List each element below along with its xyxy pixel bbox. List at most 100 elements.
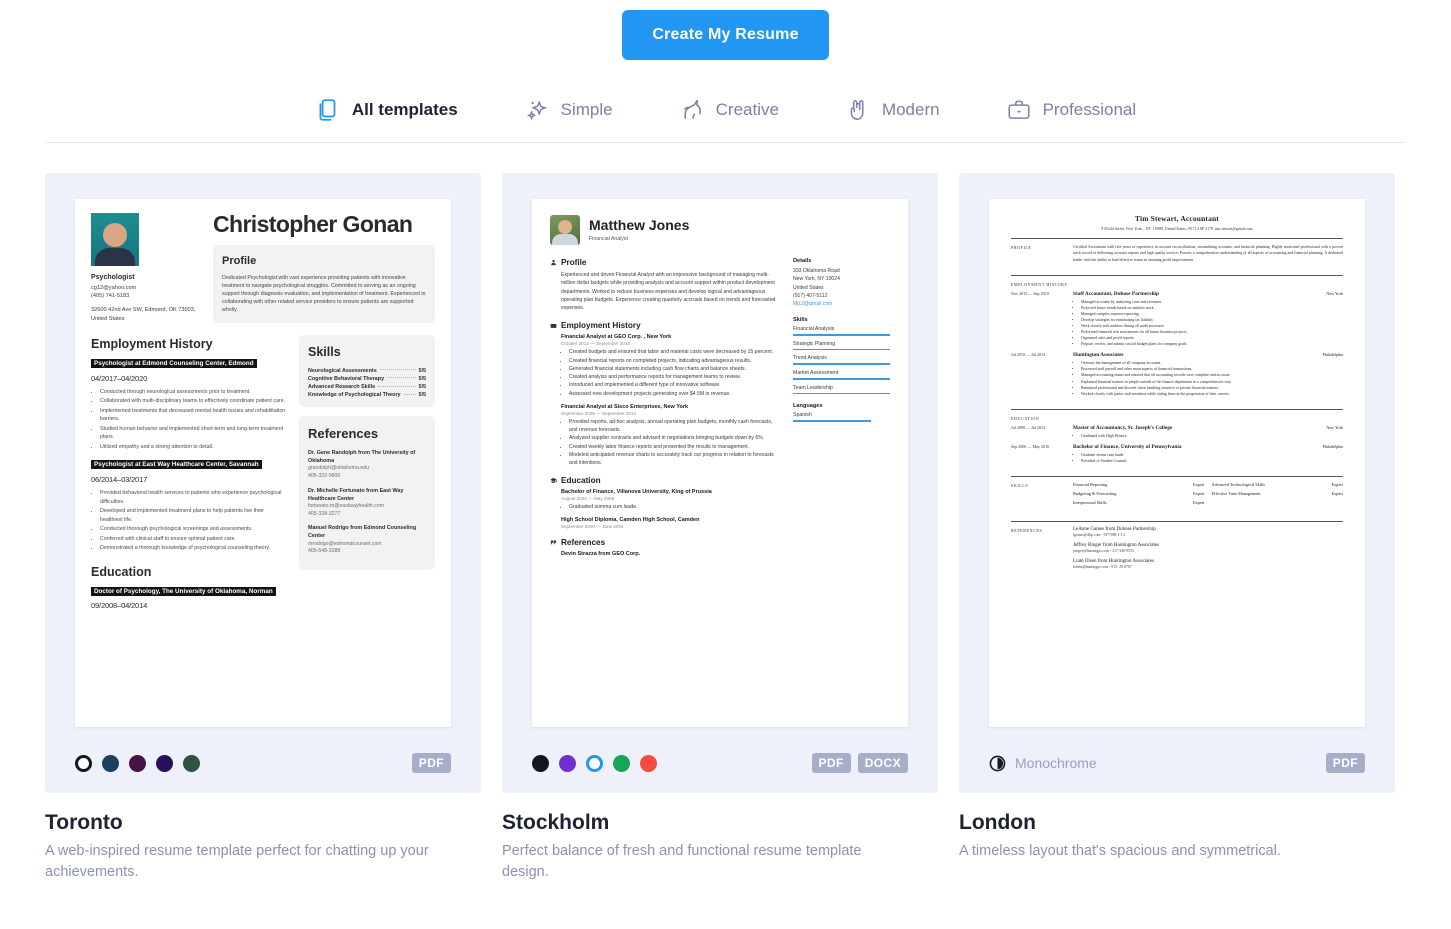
bullet-list: Conducted through neurological assessmen… — [91, 388, 287, 451]
card-footer-london: Monochrome PDF — [989, 753, 1365, 773]
tab-professional[interactable]: Professional — [1006, 97, 1136, 123]
template-preview-toronto[interactable]: Psychologist cg12@yahoo.com (405) 741-51… — [45, 173, 481, 793]
skills-list: Neurological Assessments 5/5 Cognitive Beh… — [308, 367, 426, 399]
graduation-cap-icon — [550, 478, 557, 484]
skills-section: SKILLS Financial Reporting Expert Budgetin… — [1011, 482, 1343, 514]
skill-name: Knowledge of Psychological Theory — [308, 392, 401, 399]
skill-item: Advanced Research Skills 5/5 — [308, 383, 426, 391]
color-swatch[interactable] — [613, 754, 630, 772]
monochrome-label: Monochrome — [1015, 755, 1097, 771]
education-title: High School Diploma, Camden High School,… — [561, 516, 700, 523]
details-list: 333 Oklahoma Road New York, NY 10024 Unite… — [793, 267, 890, 300]
skill-name: Effective Time Management — [1211, 490, 1261, 496]
bullet-item: Utilized empathy and a strong attention … — [100, 443, 287, 451]
template-preview-stockholm[interactable]: Matthew Jones Financial Analyst Profile … — [502, 173, 938, 793]
skill-level: Expert — [1193, 499, 1205, 505]
color-swatch[interactable] — [183, 754, 200, 772]
reference-item: Devin Strazza from GEO Corp. — [561, 551, 777, 557]
profile-text: Experienced and driven Financial Analyst… — [561, 272, 776, 311]
divider — [1011, 408, 1343, 410]
skill-item: Effective Time Management Expert — [1212, 491, 1344, 500]
templates-page: Create My Resume All templates Simple Cr… — [0, 0, 1451, 929]
template-preview-london[interactable]: Tim Stewart, Accountant 8 0Gold Street, … — [959, 173, 1395, 793]
bullet-item: Created analysis and performance reports… — [569, 373, 777, 381]
color-swatch[interactable] — [129, 754, 146, 772]
color-swatches[interactable] — [75, 754, 200, 772]
color-swatch[interactable] — [75, 754, 92, 772]
language-bar — [793, 420, 871, 422]
template-card-toronto[interactable]: Psychologist cg12@yahoo.com (405) 741-51… — [45, 173, 481, 883]
resume-paper-london: Tim Stewart, Accountant 8 0Gold Street, … — [989, 199, 1365, 727]
skill-name: Cognitive Behavioral Therapy — [308, 375, 385, 382]
job-title: Psychologist at East Way Healthcare Cent… — [91, 460, 262, 470]
tab-creative[interactable]: Creative — [679, 97, 779, 123]
format-badge-docx: DOCX — [857, 753, 908, 773]
color-swatch[interactable] — [640, 754, 657, 772]
job-date: 04/2017–04/2020 — [91, 373, 148, 383]
bullet-list: Graduated with High Honors. — [1073, 433, 1343, 439]
job-title-wrap: Psychologist at East Way Healthcare Cent… — [91, 460, 287, 470]
resume-name: Christopher Gonan — [213, 211, 413, 237]
color-swatches[interactable] — [532, 754, 657, 772]
monochrome-option[interactable]: Monochrome — [989, 755, 1097, 772]
tab-label: Modern — [881, 100, 940, 119]
education-heading: Education — [561, 476, 601, 486]
bullet-item: Graduated summa cum laude. — [569, 503, 777, 511]
card-description: A web-inspired resume template perfect f… — [45, 843, 429, 881]
tab-simple[interactable]: Simple — [524, 97, 613, 123]
references-heading: References — [308, 426, 379, 442]
skills-heading: Skills — [308, 345, 341, 360]
color-swatch[interactable] — [586, 754, 603, 772]
resume-phone: (405) 741-5183 — [91, 292, 130, 299]
reference-name: LeAnne Gaines from Dubose Partnership — [1073, 526, 1156, 532]
employment-item: Psychologist at Edmond Counseling Center… — [91, 358, 287, 451]
job-title: Financial Analyst at Sisco Enterprises, … — [561, 403, 689, 410]
employment-heading: Employment History — [91, 337, 213, 352]
entry-body: Staff Accountant, Dubose Partnership New … — [1073, 291, 1343, 347]
skill-level: 5/5 — [418, 367, 427, 374]
entry-title: Staff Accountant, Dubose Partnership — [1073, 290, 1159, 297]
tab-modern[interactable]: Modern — [845, 97, 940, 123]
employment-item: Financial Analyst at GEO Corp. , New Yor… — [561, 334, 777, 398]
education-date: August 2004 — May 2008 — [561, 496, 615, 502]
divider — [1011, 238, 1343, 239]
tab-all-templates[interactable]: All templates — [315, 97, 458, 123]
skill-bar — [793, 348, 890, 351]
skill-name: Team Leadership — [793, 384, 833, 391]
entry-header: Bachelor of Finance, University of Penns… — [1073, 444, 1343, 450]
resume-role: Financial Analyst — [589, 235, 628, 242]
template-card-london[interactable]: Tim Stewart, Accountant 8 0Gold Street, … — [959, 173, 1395, 883]
resume-role: Psychologist — [91, 274, 135, 281]
resume-paper-stockholm: Matthew Jones Financial Analyst Profile … — [532, 199, 908, 727]
skills-section: Skills Neurological Assessments 5/5 Cognit… — [299, 335, 435, 408]
reference-name: Manuel Rodrigo from Edmond Counseling Ce… — [308, 525, 417, 540]
education-list: Bachelor of Finance, Villanova Universit… — [550, 489, 777, 528]
education-title-wrap: Doctor of Psychology, The University of … — [91, 586, 287, 597]
template-card-stockholm[interactable]: Matthew Jones Financial Analyst Profile … — [502, 173, 938, 883]
entry-header: Staff Accountant, Dubose Partnership New … — [1073, 291, 1343, 297]
reference-item: Dr. Gene Randolph from The University of… — [308, 449, 426, 481]
education-title: Bachelor of Finance, Villanova Universit… — [561, 489, 712, 496]
references-heading: REFERENCES — [1011, 527, 1043, 533]
color-swatch[interactable] — [102, 754, 119, 772]
color-swatch[interactable] — [156, 754, 173, 772]
resume-paper-toronto: Psychologist cg12@yahoo.com (405) 741-51… — [75, 199, 451, 727]
details-email[interactable]: Mj12@gmail.com — [793, 300, 890, 308]
color-swatch[interactable] — [532, 754, 549, 772]
reference-contact: lgaines@dbp.com - 917-988-1 3 2 — [1073, 532, 1126, 537]
skill-item: Budgeting & Forecasting Expert — [1073, 491, 1205, 500]
education-item: High School Diploma, Camden High School,… — [561, 517, 777, 529]
detail-line: 333 Oklahoma Road — [793, 268, 840, 274]
bullet-list: Oversaw the management of all company ac… — [1073, 360, 1343, 396]
bullet-item: President of Student Counsel. — [1081, 458, 1343, 464]
skill-bar — [793, 378, 890, 380]
employment-item: Psychologist at East Way Healthcare Cent… — [91, 460, 287, 552]
skill-level: Expert — [1331, 481, 1343, 487]
create-my-resume-button[interactable]: Create My Resume — [622, 10, 829, 60]
skill-name: Budgeting & Forecasting — [1073, 490, 1117, 496]
entry-header: Master of Accountancy, St. Joseph's Coll… — [1073, 425, 1343, 431]
references-section: REFERENCES LeAnne Gaines from Dubose Par… — [1011, 527, 1343, 580]
skill-name: Neurological Assessments — [308, 367, 377, 374]
skill-item: Neurological Assessments 5/5 — [308, 367, 426, 375]
color-swatch[interactable] — [559, 754, 576, 772]
